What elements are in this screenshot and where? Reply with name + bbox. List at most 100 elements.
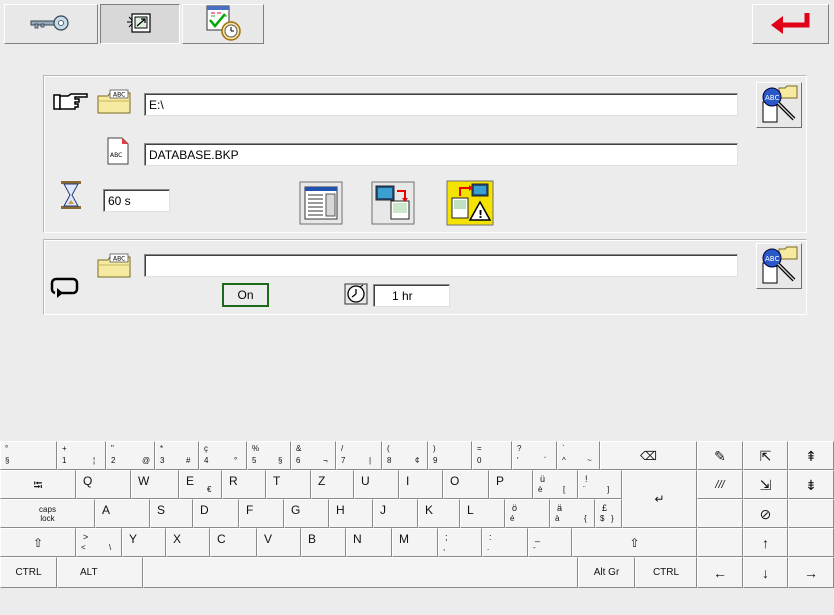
alt-label: ALT <box>80 566 98 578</box>
right-shift-key[interactable]: ⇧ <box>572 528 697 557</box>
key-6-row4[interactable]: B <box>301 528 346 557</box>
tab-key[interactable]: ⭾ <box>0 470 76 499</box>
key-12[interactable]: ? ' ´ <box>512 441 557 470</box>
key-e[interactable]: E € <box>179 470 222 499</box>
key-p[interactable]: P <box>489 470 533 499</box>
space-key[interactable] <box>143 557 578 588</box>
schedule-folder-field[interactable] <box>144 254 738 277</box>
browse-folder-button[interactable]: ABC <box>756 82 802 128</box>
side-key-blank-4[interactable] <box>788 528 834 557</box>
key-4-row4[interactable]: C <box>210 528 257 557</box>
key-1[interactable]: ° § <box>0 441 57 470</box>
key-5-row4[interactable]: V <box>257 528 301 557</box>
key-h[interactable]: H <box>329 499 373 528</box>
down-arrow-key[interactable]: ↓ <box>743 557 788 588</box>
key-i[interactable]: I <box>399 470 443 499</box>
key-a[interactable]: A <box>95 499 150 528</box>
key-altgr-char: \ <box>109 543 112 552</box>
key-j[interactable]: J <box>373 499 418 528</box>
caps-lock-key[interactable]: caps lock <box>0 499 95 528</box>
key-7[interactable]: & 6 ¬ <box>291 441 336 470</box>
backup-now-button[interactable] <box>370 181 416 227</box>
schedule-on-toggle[interactable]: On <box>222 283 269 307</box>
key-letter: W <box>138 474 150 488</box>
side-key-clear[interactable]: ⊘ <box>743 499 788 528</box>
side-key-1-1[interactable]: ⇲ <box>743 470 788 499</box>
key-ü[interactable]: ü è [ <box>533 470 578 499</box>
key-w[interactable]: W <box>131 470 179 499</box>
key-10-row4[interactable]: :. <box>482 528 528 557</box>
key-5[interactable]: ç 4 ° <box>199 441 247 470</box>
key-7-row4[interactable]: N <box>346 528 392 557</box>
up-arrow-key[interactable]: ↑ <box>743 528 788 557</box>
key-k[interactable]: K <box>418 499 460 528</box>
backup-tab-button[interactable] <box>100 4 180 44</box>
interval-field[interactable]: 1 hr <box>373 284 450 307</box>
key-z[interactable]: Z <box>311 470 354 499</box>
key-ö[interactable]: öé <box>505 499 550 528</box>
key-q[interactable]: Q <box>76 470 131 499</box>
key-r[interactable]: R <box>222 470 266 499</box>
restore-button[interactable]: ! <box>446 180 494 227</box>
ctrl-key[interactable]: CTRL <box>0 557 57 588</box>
key-d[interactable]: D <box>193 499 239 528</box>
key-letter: L <box>467 503 474 517</box>
right-ctrl-key[interactable]: CTRL <box>635 557 697 588</box>
key-o[interactable]: O <box>443 470 489 499</box>
left-arrow-key[interactable]: ← <box>697 557 743 588</box>
backspace-key[interactable]: ⌫ <box>600 441 697 470</box>
key-f[interactable]: F <box>239 499 284 528</box>
key-button[interactable] <box>4 4 98 44</box>
side-key-0-0[interactable]: ✎ <box>697 441 743 470</box>
key-base-char: - <box>533 543 536 552</box>
backup-folder-field[interactable]: E:\ <box>144 93 738 116</box>
key-£[interactable]: £ $} <box>595 499 622 528</box>
key-9-row4[interactable]: ;, <box>438 528 482 557</box>
timeout-field[interactable]: 60 s <box>103 189 170 212</box>
side-key-blank-2[interactable] <box>788 499 834 528</box>
down-arrow-icon: ↓ <box>762 564 769 581</box>
key-l[interactable]: L <box>460 499 505 528</box>
key-2-row4[interactable]: Y <box>122 528 166 557</box>
return-button[interactable] <box>752 4 829 44</box>
key-1-row4[interactable]: > < \ <box>76 528 122 557</box>
key-3-row4[interactable]: X <box>166 528 210 557</box>
key-altgr-char: § <box>278 456 283 465</box>
enter-key[interactable]: ↵ <box>622 470 697 528</box>
schedule-tab-button[interactable] <box>182 4 264 44</box>
key-t[interactable]: T <box>266 470 311 499</box>
key-![interactable]: ! ¨] <box>578 470 622 499</box>
key-u[interactable]: U <box>354 470 399 499</box>
key-8[interactable]: / 7 | <box>336 441 382 470</box>
key-10[interactable]: ) 9 <box>428 441 472 470</box>
side-key-1-2[interactable]: ⇟ <box>788 470 834 499</box>
alt-key[interactable]: ALT <box>57 557 143 588</box>
altgr-key[interactable]: Alt Gr <box>578 557 635 588</box>
side-key-1-0[interactable]: /// <box>697 470 743 499</box>
key-11-row4[interactable]: _ - <box>528 528 572 557</box>
key-8-row4[interactable]: M <box>392 528 438 557</box>
browse-schedule-folder-button[interactable]: ABC <box>756 243 802 289</box>
key-13[interactable]: ` ^ ~ <box>557 441 600 470</box>
key-11[interactable]: = 0 <box>472 441 512 470</box>
right-arrow-key[interactable]: → <box>788 557 834 588</box>
key-letter: £ <box>602 503 608 513</box>
key-9[interactable]: (8 ¢ <box>382 441 428 470</box>
key-g[interactable]: G <box>284 499 329 528</box>
svg-text:ABC: ABC <box>113 256 125 263</box>
key-6[interactable]: % 5 § <box>247 441 291 470</box>
key-3[interactable]: " 2 @ <box>106 441 155 470</box>
side-key-0-2[interactable]: ⇞ <box>788 441 834 470</box>
view-log-button[interactable] <box>298 181 344 227</box>
side-key-blank-1[interactable] <box>697 499 743 528</box>
left-shift-key[interactable]: ⇧ <box>0 528 76 557</box>
side-key-blank-3[interactable] <box>697 528 743 557</box>
side-key-0-1[interactable]: ⇱ <box>743 441 788 470</box>
key-s[interactable]: S <box>150 499 193 528</box>
key-2[interactable]: +1 ¦ <box>57 441 106 470</box>
key-4[interactable]: * 3 # <box>155 441 199 470</box>
key-ä[interactable]: ä à { <box>550 499 595 528</box>
repeat-icon <box>50 275 80 302</box>
key-shift-char: ( <box>387 444 390 453</box>
backup-file-field[interactable]: DATABASE.BKP <box>144 143 738 166</box>
